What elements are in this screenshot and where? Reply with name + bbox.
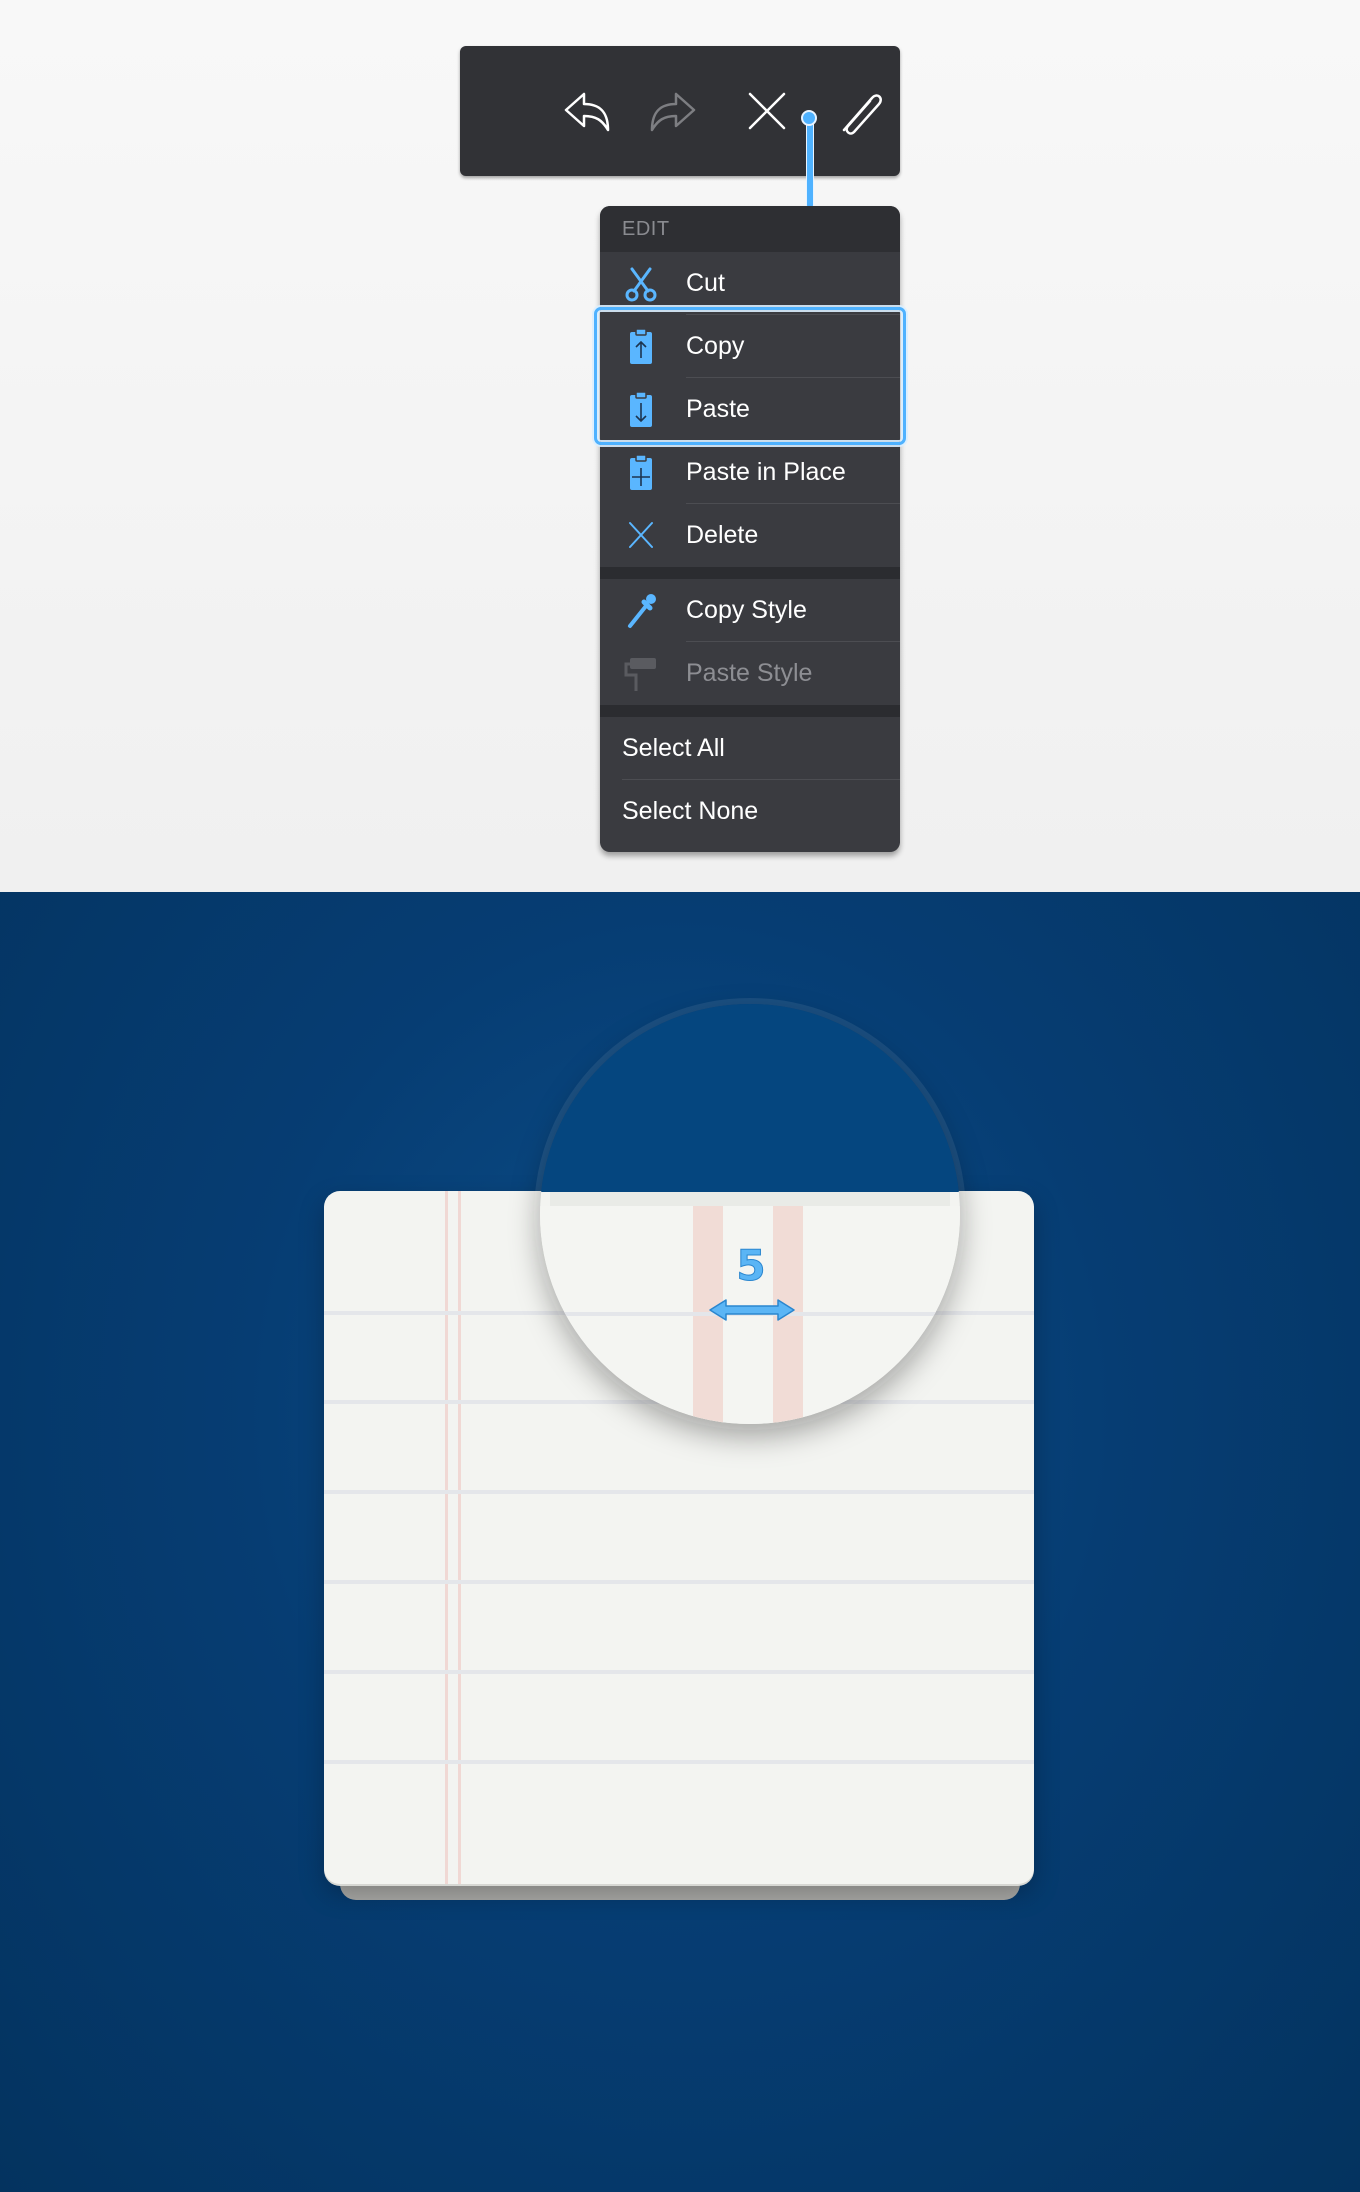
x-icon	[620, 517, 662, 555]
menu-item-cut[interactable]: Cut	[600, 252, 900, 315]
menu-item-select-all[interactable]: Select All	[600, 717, 900, 780]
menu-item-label: Select None	[622, 797, 759, 825]
menu-item-label: Paste	[686, 395, 750, 423]
menu-item-paste-style[interactable]: Paste Style	[600, 642, 900, 705]
menu-item-copy[interactable]: Copy	[600, 315, 900, 378]
paper-rule-line	[324, 1670, 1034, 1674]
menu-item-label: Paste Style	[686, 659, 813, 687]
close-button[interactable]	[724, 68, 810, 154]
close-x-icon	[748, 92, 786, 130]
callout-connector	[806, 116, 814, 208]
margin-line	[445, 1191, 448, 1884]
toolbar	[460, 46, 900, 176]
paint-roller-icon	[620, 655, 662, 693]
attach-button[interactable]	[814, 68, 900, 154]
menu-header: EDIT	[600, 206, 900, 252]
paper-rule-line	[324, 1490, 1034, 1494]
lens-paper-edge	[550, 1192, 950, 1206]
lens-background	[540, 1004, 960, 1192]
eyedropper-icon	[620, 592, 662, 630]
menu-group-separator	[600, 705, 900, 717]
redo-button[interactable]	[632, 68, 718, 154]
menu-item-delete[interactable]: Delete	[600, 504, 900, 567]
menu-item-label: Delete	[686, 521, 759, 549]
paper-rule-line	[324, 1580, 1034, 1584]
edit-menu: EDIT Cut Copy Paste Paste in Place Delet…	[600, 206, 900, 852]
double-arrow-icon	[709, 1299, 795, 1321]
menu-item-label: Paste in Place	[686, 458, 846, 486]
clipboard-down-icon	[620, 391, 662, 429]
clipboard-up-icon	[620, 328, 662, 366]
menu-item-label: Select All	[622, 734, 725, 762]
paper-rule-line	[324, 1760, 1034, 1764]
menu-item-paste[interactable]: Paste	[600, 378, 900, 441]
menu-item-copy-style[interactable]: Copy Style	[600, 579, 900, 642]
menu-item-label: Copy Style	[686, 596, 807, 624]
menu-item-label: Cut	[686, 269, 725, 297]
menu-group-separator	[600, 567, 900, 579]
clipboard-plus-icon	[620, 454, 662, 492]
menu-item-paste-in-place[interactable]: Paste in Place	[600, 441, 900, 504]
undo-button[interactable]	[542, 68, 628, 154]
menu-item-label: Copy	[686, 332, 745, 360]
menu-item-select-none[interactable]: Select None	[600, 780, 900, 843]
redo-arrow-icon	[650, 92, 696, 132]
dimension-label: 5	[736, 1241, 766, 1291]
scissors-icon	[620, 265, 662, 303]
margin-line	[458, 1191, 461, 1884]
undo-arrow-icon	[564, 92, 610, 132]
paperclip-icon	[842, 94, 882, 135]
callout-anchor-dot	[801, 110, 817, 126]
magnifier-lens	[540, 1004, 960, 1424]
